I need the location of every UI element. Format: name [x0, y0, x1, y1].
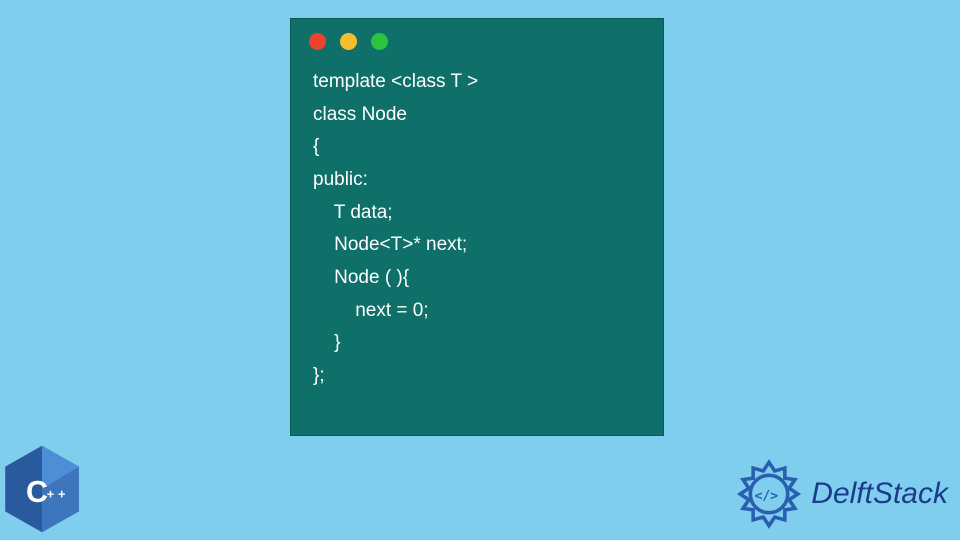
window-titlebar: [291, 19, 663, 56]
svg-text:</>: </>: [755, 489, 779, 504]
close-icon[interactable]: [309, 33, 326, 50]
code-window: template <class T > class Node { public:…: [290, 18, 664, 436]
code-body: template <class T > class Node { public:…: [291, 56, 663, 411]
svg-text:+: +: [47, 487, 54, 502]
code-line: T data;: [313, 202, 393, 223]
delftstack-text: DelftStack: [811, 477, 948, 511]
code-line: Node<T>* next;: [313, 234, 467, 255]
code-line: }: [313, 332, 340, 353]
cpp-logo-icon: C + +: [2, 444, 82, 534]
code-line: template <class T >: [313, 71, 478, 92]
delftstack-logo: </> DelftStack: [733, 458, 948, 530]
code-line: next = 0;: [313, 300, 429, 321]
svg-text:C: C: [26, 475, 48, 509]
delftstack-emblem-icon: </>: [733, 458, 805, 530]
code-line: Node ( ){: [313, 267, 409, 288]
code-line: public:: [313, 169, 368, 190]
svg-text:+: +: [58, 487, 65, 502]
code-line: {: [313, 136, 319, 157]
maximize-icon[interactable]: [371, 33, 388, 50]
minimize-icon[interactable]: [340, 33, 357, 50]
code-line: };: [313, 365, 325, 386]
code-line: class Node: [313, 104, 407, 125]
